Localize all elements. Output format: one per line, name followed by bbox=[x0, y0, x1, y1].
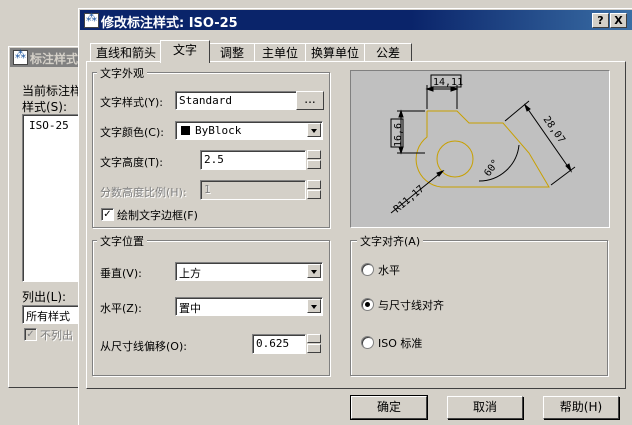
dim-top-text: 14,11 bbox=[433, 77, 463, 88]
styles-label: 样式(S): bbox=[22, 100, 68, 114]
align-dimline-label: 与尺寸线对齐 bbox=[378, 299, 444, 312]
fraction-height-label: 分数高度比例(H): bbox=[100, 186, 187, 199]
text-style-label: 文字样式(Y): bbox=[100, 96, 164, 109]
help-caption-button[interactable]: ? bbox=[592, 13, 609, 28]
align-horizontal-label: 水平 bbox=[378, 264, 400, 277]
offset-input[interactable]: 0.625 bbox=[252, 334, 306, 354]
horizontal-label: 水平(Z): bbox=[100, 302, 142, 315]
draw-frame-label: 绘制文字边框(F) bbox=[117, 209, 198, 222]
text-alignment-label: 文字对齐(A) bbox=[357, 233, 424, 249]
tab-alternate-units[interactable]: 换算单位 bbox=[305, 43, 365, 62]
dim-right-text: 28,07 bbox=[541, 114, 567, 145]
horizontal-value: 置中 bbox=[179, 302, 201, 315]
browse-text-style-button[interactable]: ... bbox=[296, 91, 324, 110]
offset-value: 0.625 bbox=[256, 337, 290, 350]
draw-frame-checkbox[interactable]: ✓ bbox=[101, 208, 114, 221]
text-height-stepper[interactable] bbox=[307, 150, 321, 169]
spin-up-icon[interactable] bbox=[307, 180, 321, 189]
offset-label: 从尺寸线偏移(O): bbox=[100, 340, 187, 353]
tab-text[interactable]: 文字 bbox=[160, 40, 210, 63]
vertical-value: 上方 bbox=[179, 267, 201, 280]
align-horizontal-radio[interactable] bbox=[361, 263, 374, 276]
text-height-label: 文字高度(T): bbox=[100, 156, 164, 169]
dialog-title: 修改标注样式: ISO-25 bbox=[101, 16, 238, 31]
fraction-height-input[interactable]: 1 bbox=[200, 180, 306, 200]
chevron-down-icon[interactable] bbox=[307, 299, 321, 313]
list-value: 所有样式 bbox=[26, 310, 70, 323]
dialog-app-icon bbox=[84, 11, 99, 28]
dim-radius-text: R11,17 bbox=[392, 184, 427, 216]
tab-lines-arrows[interactable]: 直线和箭头 bbox=[90, 43, 162, 62]
align-iso-label: ISO 标准 bbox=[378, 337, 423, 350]
text-color-combo[interactable]: ByBlock bbox=[175, 121, 323, 140]
text-height-value: 2.5 bbox=[204, 153, 224, 166]
fraction-height-value: 1 bbox=[204, 183, 211, 196]
spin-down-icon[interactable] bbox=[307, 344, 321, 353]
tab-primary-units[interactable]: 主单位 bbox=[254, 43, 306, 62]
text-style-value: Standard bbox=[179, 94, 232, 107]
dont-list-label: 不列出 bbox=[40, 329, 73, 342]
ok-button[interactable]: 确定 bbox=[350, 395, 428, 420]
tab-fit[interactable]: 调整 bbox=[209, 43, 255, 62]
text-appearance-label: 文字外观 bbox=[97, 65, 147, 81]
align-dimline-radio[interactable] bbox=[361, 298, 374, 311]
text-placement-label: 文字位置 bbox=[97, 233, 147, 249]
preview-drawing: 14,11 16,6 28,07 60° R11,17 bbox=[390, 74, 576, 216]
chevron-down-icon[interactable] bbox=[307, 123, 321, 137]
horizontal-combo[interactable]: 置中 bbox=[175, 297, 323, 316]
chevron-down-icon[interactable] bbox=[307, 264, 321, 278]
list-label: 列出(L): bbox=[22, 290, 67, 304]
fraction-height-stepper[interactable] bbox=[307, 180, 321, 199]
dont-list-checkbox[interactable]: ✓ bbox=[24, 328, 37, 341]
style-item[interactable]: ISO-25 bbox=[29, 119, 69, 132]
background-title: 标注样式 bbox=[30, 52, 79, 66]
list-combo[interactable]: 所有样式 bbox=[22, 305, 80, 324]
help-button[interactable]: 帮助(H) bbox=[543, 396, 619, 419]
text-color-label: 文字颜色(C): bbox=[100, 126, 164, 139]
spin-up-icon[interactable] bbox=[307, 334, 321, 343]
close-icon[interactable]: X bbox=[610, 13, 627, 28]
text-color-value: ByBlock bbox=[195, 124, 242, 137]
dim-left-text: 16,6 bbox=[393, 123, 404, 147]
offset-stepper[interactable] bbox=[307, 334, 321, 353]
spin-up-icon[interactable] bbox=[307, 150, 321, 159]
preview-panel: 14,11 16,6 28,07 60° R11,17 bbox=[350, 70, 610, 228]
vertical-combo[interactable]: 上方 bbox=[175, 262, 323, 281]
spin-down-icon[interactable] bbox=[307, 190, 321, 199]
vertical-label: 垂直(V): bbox=[100, 267, 142, 280]
text-height-input[interactable]: 2.5 bbox=[200, 150, 306, 170]
dialog-titlebar: 修改标注样式: ISO-25 ? X bbox=[80, 10, 632, 31]
current-style-label: 当前标注样 bbox=[22, 84, 83, 98]
app-icon bbox=[13, 48, 28, 65]
color-swatch bbox=[181, 126, 190, 135]
tab-tolerances[interactable]: 公差 bbox=[364, 43, 412, 62]
align-iso-radio[interactable] bbox=[361, 336, 374, 349]
cancel-button[interactable]: 取消 bbox=[447, 396, 523, 419]
spin-down-icon[interactable] bbox=[307, 160, 321, 169]
styles-listbox[interactable]: ISO-25 bbox=[22, 114, 80, 282]
